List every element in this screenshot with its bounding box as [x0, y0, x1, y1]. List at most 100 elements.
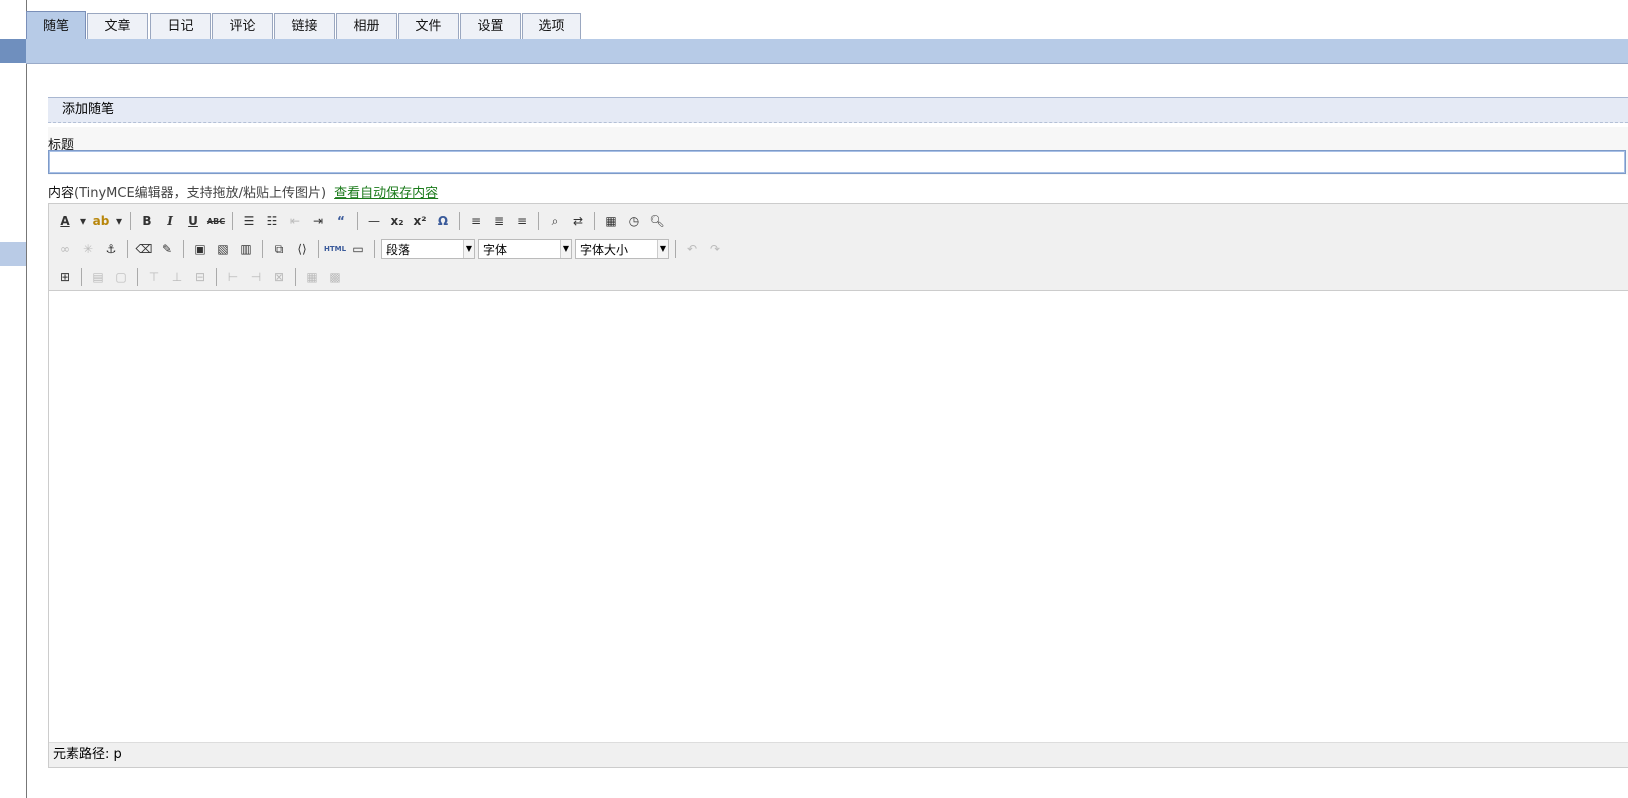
separator [216, 268, 217, 286]
insert-image-icon[interactable]: ▣ [190, 239, 210, 259]
separator [183, 240, 184, 258]
delete-row-icon[interactable]: ⊟ [190, 267, 210, 287]
bullet-list-icon[interactable]: ☰ [239, 211, 259, 231]
separator [81, 268, 82, 286]
rich-text-editor: A ▾ ab ▾ B I U ABC ☰ ☷ ⇤ ⇥ “ — x₂ x² Ω ≡… [48, 203, 1628, 768]
separator [232, 212, 233, 230]
tab-settings[interactable]: 设置 [460, 13, 521, 39]
undo-icon[interactable]: ↶ [682, 239, 702, 259]
indent-icon[interactable]: ⇥ [308, 211, 328, 231]
preview-icon[interactable]: 🔍︎ [647, 211, 667, 231]
format-select[interactable]: 段落 ▼ [381, 239, 475, 259]
tab-diary[interactable]: 日记 [150, 13, 211, 39]
strikethrough-icon[interactable]: ABC [206, 211, 226, 231]
align-right-icon[interactable]: ≡ [512, 211, 532, 231]
tab-comments[interactable]: 评论 [212, 13, 273, 39]
font-family-select[interactable]: 字体 ▼ [478, 239, 572, 259]
italic-icon[interactable]: I [160, 211, 180, 231]
section-title: 添加随笔 [62, 102, 115, 117]
numbered-list-icon[interactable]: ☷ [262, 211, 282, 231]
unlink-icon[interactable]: ✳ [78, 239, 98, 259]
special-character-icon[interactable]: Ω [433, 211, 453, 231]
format-select-value: 段落 [386, 243, 411, 257]
redo-icon[interactable]: ↷ [705, 239, 725, 259]
anchor-icon[interactable]: ⚓ [101, 239, 121, 259]
merge-cells-icon[interactable]: ▩ [325, 267, 345, 287]
font-color-icon[interactable]: A [55, 211, 75, 231]
bold-icon[interactable]: B [137, 211, 157, 231]
tab-links[interactable]: 链接 [274, 13, 335, 39]
separator [127, 240, 128, 258]
rail-marker-top [0, 39, 26, 63]
insert-code-icon[interactable]: ⧉ [269, 239, 289, 259]
subscript-icon[interactable]: x₂ [387, 211, 407, 231]
toolbar-row-2: ∞ ✳ ⚓ ⌫ ✎ ▣ ▧ ▥ ⧉ ⟨⟩ HTML ▭ 段落 ▼ 字体 ▼ 字体大小… [55, 237, 725, 261]
toolbar-row-1: A ▾ ab ▾ B I U ABC ☰ ☷ ⇤ ⇥ “ — x₂ x² Ω ≡… [55, 209, 667, 233]
title-input[interactable] [48, 150, 1626, 174]
editor-toolbar: A ▾ ab ▾ B I U ABC ☰ ☷ ⇤ ⇥ “ — x₂ x² Ω ≡… [49, 204, 1628, 291]
insert-column-after-icon[interactable]: ⊣ [246, 267, 266, 287]
clear-formatting-icon[interactable]: ⌫ [134, 239, 154, 259]
rail-marker-middle [0, 242, 26, 266]
insert-table-icon[interactable]: ⊞ [55, 267, 75, 287]
tab-articles[interactable]: 文章 [87, 13, 148, 39]
content-description: (TinyMCE编辑器，支持拖放/粘贴上传图片) [74, 186, 327, 201]
separator [318, 240, 319, 258]
horizontal-rule-icon[interactable]: — [364, 211, 384, 231]
separator [357, 212, 358, 230]
tab-files[interactable]: 文件 [398, 13, 459, 39]
cleanup-icon[interactable]: ✎ [157, 239, 177, 259]
superscript-icon[interactable]: x² [410, 211, 430, 231]
toolbar-row-3: ⊞ ▤ ▢ ⊤ ⊥ ⊟ ⊢ ⊣ ⊠ ▦ ▩ [55, 265, 345, 289]
separator [538, 212, 539, 230]
tab-album[interactable]: 相册 [336, 13, 397, 39]
split-cells-icon[interactable]: ▦ [302, 267, 322, 287]
font-select-value: 字体 [483, 243, 508, 257]
separator [374, 240, 375, 258]
link-icon[interactable]: ∞ [55, 239, 75, 259]
insert-row-after-icon[interactable]: ⊥ [167, 267, 187, 287]
tab-bar: 随笔 文章 日记 评论 链接 相册 文件 设置 选项 [26, 0, 1628, 40]
underline-icon[interactable]: U [183, 211, 203, 231]
fullscreen-icon[interactable]: ▭ [348, 239, 368, 259]
tab-options[interactable]: 选项 [522, 13, 581, 39]
find-icon[interactable]: ⌕ [545, 211, 565, 231]
insert-column-before-icon[interactable]: ⊢ [223, 267, 243, 287]
content-label: 内容 [48, 186, 75, 201]
chevron-down-icon: ▼ [463, 240, 474, 258]
left-rail [0, 0, 27, 798]
separator [459, 212, 460, 230]
blockquote-icon[interactable]: “ [331, 211, 351, 231]
cell-properties-icon[interactable]: ▢ [111, 267, 131, 287]
separator [130, 212, 131, 230]
font-size-select[interactable]: 字体大小 ▼ [575, 239, 669, 259]
delete-column-icon[interactable]: ⊠ [269, 267, 289, 287]
insert-media-icon[interactable]: ▥ [236, 239, 256, 259]
code-block-icon[interactable]: ⟨⟩ [292, 239, 312, 259]
separator [262, 240, 263, 258]
separator [137, 268, 138, 286]
insert-date-icon[interactable]: ▦ [601, 211, 621, 231]
row-properties-icon[interactable]: ▤ [88, 267, 108, 287]
highlight-icon[interactable]: ab [91, 211, 111, 231]
section-header: 添加随笔 [48, 97, 1628, 123]
tab-suibi[interactable]: 随笔 [26, 11, 86, 40]
align-left-icon[interactable]: ≡ [466, 211, 486, 231]
image-manager-icon[interactable]: ▧ [213, 239, 233, 259]
highlight-dropdown-icon[interactable]: ▾ [114, 211, 124, 231]
editor-status-bar: 元素路径: p [49, 742, 1628, 767]
separator [594, 212, 595, 230]
align-center-icon[interactable]: ≣ [489, 211, 509, 231]
size-select-value: 字体大小 [580, 243, 629, 257]
insert-row-before-icon[interactable]: ⊤ [144, 267, 164, 287]
autosave-link[interactable]: 查看自动保存内容 [334, 186, 438, 201]
editor-content-area[interactable] [49, 291, 1628, 742]
font-color-dropdown-icon[interactable]: ▾ [78, 211, 88, 231]
insert-time-icon[interactable]: ◷ [624, 211, 644, 231]
outdent-icon[interactable]: ⇤ [285, 211, 305, 231]
content-label-row: 内容(TinyMCE编辑器，支持拖放/粘贴上传图片) 查看自动保存内容 [48, 182, 438, 201]
html-source-icon[interactable]: HTML [324, 239, 346, 259]
sub-header-bar [26, 39, 1628, 64]
element-path: 元素路径: p [53, 747, 122, 762]
replace-icon[interactable]: ⇄ [568, 211, 588, 231]
